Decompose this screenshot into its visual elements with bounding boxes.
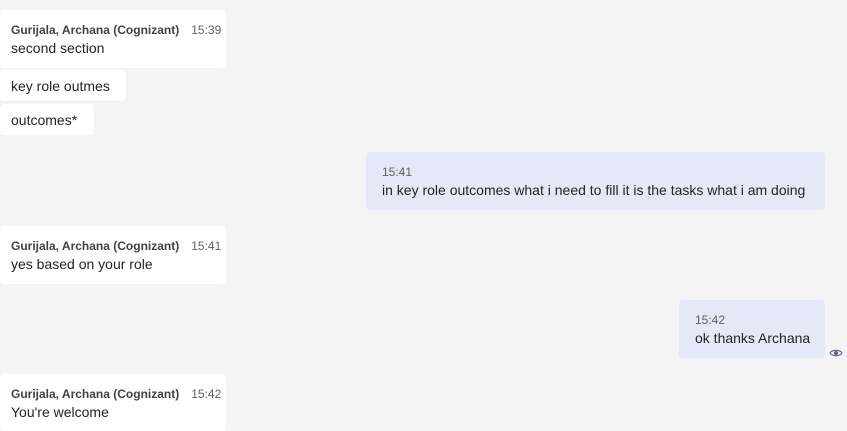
message-header: Gurijala, Archana (Cognizant) 15:42 xyxy=(11,386,221,402)
incoming-message[interactable]: outcomes* xyxy=(0,104,94,135)
incoming-message[interactable]: Gurijala, Archana (Cognizant) 15:42 You'r… xyxy=(0,374,226,431)
message-header: 15:42 xyxy=(695,312,809,328)
eye-icon xyxy=(829,349,843,357)
message-header: Gurijala, Archana (Cognizant) 15:39 xyxy=(11,22,221,38)
message-text: in key role outcomes what i need to fill… xyxy=(382,182,806,198)
outgoing-message[interactable]: 15:41 in key role outcomes what i need t… xyxy=(366,152,825,210)
message-text: key role outmes xyxy=(11,78,110,94)
message-text: second section xyxy=(11,40,105,56)
message-time: 15:41 xyxy=(382,165,413,179)
message-time: 15:41 xyxy=(191,239,222,253)
sender-name: Gurijala, Archana (Cognizant) xyxy=(11,23,180,37)
incoming-message[interactable]: Gurijala, Archana (Cognizant) 15:39 secon… xyxy=(0,10,226,68)
message-header: Gurijala, Archana (Cognizant) 15:41 xyxy=(11,238,221,254)
sender-name: Gurijala, Archana (Cognizant) xyxy=(11,239,180,253)
message-header: 15:41 xyxy=(382,164,809,180)
incoming-message[interactable]: Gurijala, Archana (Cognizant) 15:41 yes b… xyxy=(0,226,226,284)
message-text: You're welcome xyxy=(11,404,109,420)
message-text: outcomes* xyxy=(11,112,78,128)
incoming-message[interactable]: key role outmes xyxy=(0,70,126,101)
message-text: ok thanks Archana xyxy=(695,330,811,346)
message-text: yes based on your role xyxy=(11,256,153,272)
message-time: 15:39 xyxy=(191,23,222,37)
message-time: 15:42 xyxy=(695,313,726,327)
sender-name: Gurijala, Archana (Cognizant) xyxy=(11,387,180,401)
message-time: 15:42 xyxy=(191,387,222,401)
outgoing-message[interactable]: 15:42 ok thanks Archana xyxy=(679,300,825,358)
